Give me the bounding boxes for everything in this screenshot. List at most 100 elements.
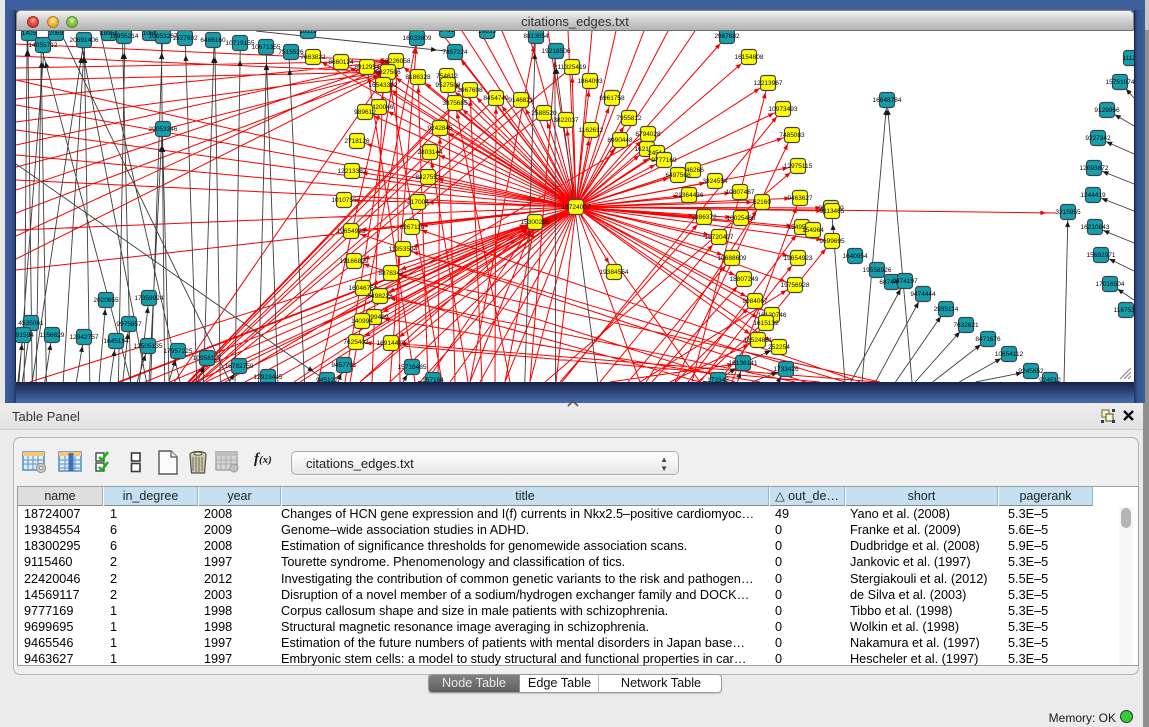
svg-text:16543382: 16543382	[369, 82, 398, 89]
svg-text:9975857: 9975857	[116, 321, 142, 328]
svg-text:2718126: 2718126	[344, 138, 370, 145]
svg-text:7857224: 7857224	[442, 49, 468, 56]
svg-text:3875685: 3875685	[442, 100, 468, 107]
svg-text:157164: 157164	[422, 377, 444, 382]
svg-text:6497568: 6497568	[665, 172, 691, 179]
svg-text:12923445: 12923445	[254, 374, 283, 381]
svg-text:9129966: 9129966	[1094, 107, 1120, 114]
svg-text:62160: 62160	[753, 199, 771, 206]
svg-text:6466160: 6466160	[200, 37, 226, 44]
svg-text:7632621: 7632621	[953, 322, 979, 329]
svg-text:16154808: 16154808	[735, 54, 764, 61]
svg-text:2803144: 2803144	[417, 149, 443, 156]
svg-text:15716485: 15716485	[398, 364, 427, 371]
svg-text:18955214: 18955214	[110, 33, 139, 40]
svg-text:1645194: 1645194	[103, 338, 129, 345]
svg-text:9227342: 9227342	[1085, 135, 1111, 142]
svg-text:1864093: 1864093	[577, 78, 603, 85]
svg-text:4535061: 4535061	[18, 320, 44, 327]
svg-text:154964: 154964	[802, 227, 824, 234]
svg-text:15692971: 15692971	[1087, 252, 1116, 259]
svg-text:252254: 252254	[768, 344, 790, 351]
svg-text:9474444: 9474444	[910, 291, 936, 298]
svg-text:8878342: 8878342	[378, 270, 404, 277]
svg-text:12505135: 12505135	[134, 343, 163, 350]
svg-text:19654923: 19654923	[337, 228, 366, 235]
svg-text:18724007: 18724007	[562, 204, 591, 211]
svg-text:8454749: 8454749	[483, 95, 509, 102]
svg-text:1167534: 1167534	[1114, 307, 1134, 314]
svg-text:12093872: 12093872	[1080, 165, 1109, 172]
svg-text:12213382: 12213382	[338, 168, 367, 175]
svg-text:18807249: 18807249	[730, 276, 759, 283]
svg-text:18119: 18119	[299, 31, 317, 35]
svg-text:3215955: 3215955	[1055, 209, 1081, 216]
svg-text:8813054: 8813054	[523, 33, 549, 40]
svg-text:10654112: 10654112	[995, 351, 1024, 358]
svg-text:21364436: 21364436	[675, 192, 704, 199]
svg-text:2935114: 2935114	[934, 306, 959, 313]
svg-text:15751074: 15751074	[1106, 79, 1134, 86]
svg-text:9113465: 9113465	[820, 208, 845, 215]
svg-text:8427552: 8427552	[415, 174, 441, 181]
svg-text:2069: 2069	[49, 31, 64, 37]
svg-text:1405: 1405	[22, 31, 37, 37]
svg-text:13524851: 13524851	[744, 337, 773, 344]
svg-text:9245652: 9245652	[1018, 368, 1044, 375]
svg-text:8471676: 8471676	[975, 336, 1001, 343]
svg-text:17957225: 17957225	[164, 348, 193, 355]
svg-text:1162612: 1162612	[579, 127, 604, 134]
svg-text:945122: 945122	[316, 377, 338, 382]
svg-text:317004: 317004	[407, 199, 429, 206]
svg-text:1156829: 1156829	[40, 332, 65, 339]
svg-text:17359924: 17359924	[135, 295, 164, 302]
svg-text:7663822: 7663822	[300, 54, 326, 61]
svg-text:5498222: 5498222	[367, 293, 393, 300]
svg-text:8267110: 8267110	[400, 224, 425, 231]
svg-text:16648784: 16648784	[873, 97, 902, 104]
svg-text:12942757: 12942757	[70, 334, 99, 341]
svg-text:14055712: 14055712	[29, 42, 58, 49]
svg-text:1244419: 1244419	[1080, 192, 1106, 199]
svg-text:11353594: 11353594	[389, 246, 418, 253]
svg-text:19384554: 19384554	[600, 269, 629, 276]
svg-text:19166829: 19166829	[340, 258, 369, 265]
svg-text:16782759: 16782759	[225, 363, 254, 370]
svg-text:391594: 391594	[16, 332, 34, 339]
svg-text:924512: 924512	[1039, 377, 1061, 382]
svg-text:1733426: 1733426	[773, 366, 799, 373]
svg-text:2967608: 2967608	[457, 87, 483, 94]
svg-text:1010755: 1010755	[331, 197, 357, 204]
svg-text:10671355: 10671355	[252, 44, 281, 51]
svg-text:8660124: 8660124	[328, 59, 354, 66]
svg-text:17016504: 17016504	[1096, 281, 1125, 288]
svg-text:16136141: 16136141	[729, 360, 758, 367]
svg-text:10973493: 10973493	[769, 106, 798, 113]
svg-text:7955812: 7955812	[616, 115, 642, 122]
svg-text:1527602: 1527602	[172, 35, 198, 42]
svg-text:989612: 989612	[354, 109, 376, 116]
svg-text:7485083: 7485083	[779, 132, 805, 139]
svg-text:2987682: 2987682	[714, 33, 740, 40]
svg-text:29053346: 29053346	[149, 126, 178, 133]
svg-text:3822037: 3822037	[553, 117, 579, 124]
svg-text:9827506: 9827506	[375, 69, 401, 76]
svg-text:2020655: 2020655	[93, 297, 119, 304]
svg-text:16914479: 16914479	[377, 340, 406, 347]
svg-text:9699695: 9699695	[819, 238, 845, 245]
svg-text:16210643: 16210643	[1081, 224, 1110, 231]
svg-text:19756928: 19756928	[781, 282, 810, 289]
svg-text:2588520: 2588520	[531, 110, 557, 117]
svg-text:12213967: 12213967	[754, 80, 783, 87]
svg-text:10807487: 10807487	[726, 189, 755, 196]
svg-text:140994: 140994	[351, 318, 373, 325]
svg-text:10853: 10853	[478, 31, 496, 35]
svg-text:6794028: 6794028	[635, 131, 661, 138]
svg-text:9457791: 9457791	[331, 362, 357, 369]
svg-text:6961758: 6961758	[599, 95, 625, 102]
svg-text:16033809: 16033809	[403, 35, 432, 42]
svg-text:19654923: 19654923	[784, 255, 813, 262]
svg-text:1615132: 1615132	[753, 320, 779, 327]
svg-text:8990448: 8990448	[607, 137, 633, 144]
svg-text:9777169: 9777169	[651, 157, 677, 164]
